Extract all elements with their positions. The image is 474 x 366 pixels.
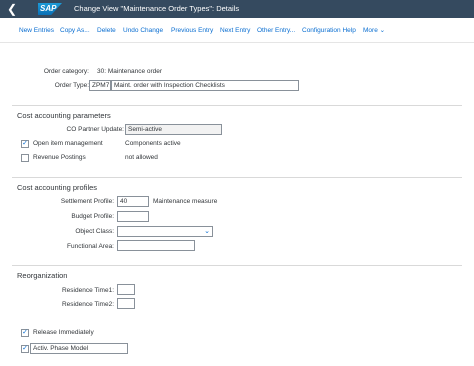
chevron-down-icon: ⌄ (379, 27, 386, 34)
divider (12, 265, 462, 266)
divider (12, 105, 462, 106)
settlement-label: Settlement Profile: (60, 198, 114, 205)
revenue-value: not allowed (125, 154, 158, 161)
open-item-checkbox[interactable]: ✓ (21, 140, 29, 148)
activ-phase-label: Activ. Phase Model (30, 343, 128, 354)
back-arrow-icon[interactable]: ❮ (5, 2, 19, 16)
object-class-select[interactable]: ⌄ (117, 226, 213, 237)
budget-label: Budget Profile: (71, 213, 114, 220)
order-category-label: Order category: (43, 68, 89, 75)
order-type-description: Maint. order with Inspection Checklists (111, 80, 299, 91)
release-label: Release Immediately (33, 329, 94, 336)
residence2-label: Residence Time2: (61, 301, 114, 308)
more-button[interactable]: More ⌄ (363, 27, 385, 35)
settlement-description: Maintenance measure (153, 198, 218, 205)
more-label: More (363, 27, 378, 34)
order-type-label: Order Type: (54, 82, 89, 89)
budget-field[interactable] (117, 211, 149, 222)
shell-bar: ❮ SAP Change View "Maintenance Order Typ… (0, 0, 474, 18)
reorg-title: Reorganization (17, 271, 68, 280)
cost-params-title: Cost accounting parameters (17, 111, 111, 120)
sap-logo: SAP (38, 3, 62, 15)
revenue-checkbox[interactable] (21, 154, 29, 162)
co-partner-label: CO Partner Update: (66, 126, 124, 133)
delete-button[interactable]: Delete (97, 27, 116, 35)
activ-phase-checkbox[interactable]: ✓ (21, 345, 29, 353)
release-checkbox[interactable]: ✓ (21, 329, 29, 337)
sap-logo-text: SAP (40, 4, 57, 13)
co-partner-field[interactable]: Semi-active (125, 124, 222, 135)
copy-as-button[interactable]: Copy As... (60, 27, 90, 35)
residence1-field[interactable] (117, 284, 135, 295)
functional-area-field[interactable] (117, 240, 195, 251)
page-title: Change View "Maintenance Order Types": D… (74, 4, 240, 13)
chevron-down-icon: ⌄ (204, 228, 210, 235)
next-entry-button[interactable]: Next Entry (220, 27, 250, 35)
residence1-label: Residence Time1: (61, 287, 114, 294)
cost-profiles-title: Cost accounting profiles (17, 183, 98, 192)
divider (12, 177, 462, 178)
settlement-field[interactable]: 40 (117, 196, 149, 207)
other-entry-button[interactable]: Other Entry... (257, 27, 295, 35)
residence2-field[interactable] (117, 298, 135, 309)
revenue-label: Revenue Postings (33, 154, 86, 161)
previous-entry-button[interactable]: Previous Entry (171, 27, 213, 35)
order-category-value: 30: Maintenance order (97, 68, 163, 75)
new-entries-button[interactable]: New Entries (19, 27, 54, 35)
object-class-label: Object Class: (75, 228, 114, 235)
components-value: Components active (125, 140, 181, 147)
configuration-help-button[interactable]: Configuration Help (302, 27, 356, 35)
undo-change-button[interactable]: Undo Change (123, 27, 163, 35)
open-item-label: Open item management (33, 140, 103, 147)
toolbar: New Entries Copy As... Delete Undo Chang… (0, 18, 474, 43)
functional-area-label: Functional Area: (67, 243, 114, 250)
order-type-field[interactable]: ZPM7 (89, 80, 111, 91)
